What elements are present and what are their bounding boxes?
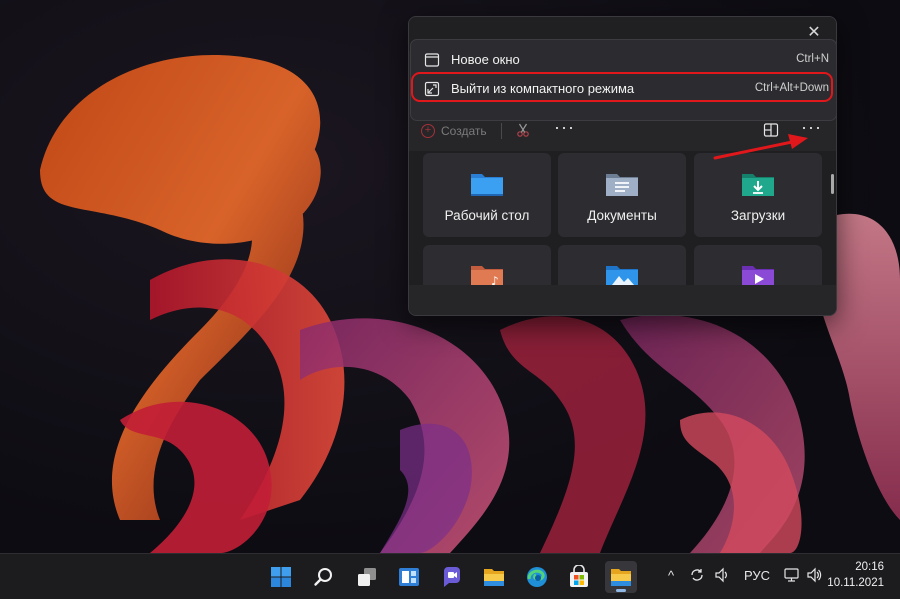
volume-icon[interactable] — [806, 567, 822, 583]
clock-date: 10.11.2021 — [827, 577, 884, 589]
music-folder-icon: ♪ — [471, 266, 503, 285]
edge-icon — [527, 567, 547, 587]
chat-button[interactable] — [436, 561, 468, 593]
tray-overflow-chevron[interactable]: ^ — [668, 568, 674, 583]
file-explorer-pinned-button[interactable] — [478, 561, 510, 593]
file-explorer-active-button[interactable] — [605, 561, 637, 593]
window-icon — [424, 53, 440, 67]
documents-folder-icon — [606, 174, 638, 196]
folder-label: Загрузки — [730, 208, 786, 223]
task-view-button[interactable] — [351, 561, 383, 593]
plus-icon: + — [421, 124, 435, 138]
folder-label: Рабочий стол — [444, 208, 530, 223]
taskbar: ^ РУС 20:16 10.11.2021 — [0, 553, 900, 599]
folder-tile-downloads[interactable]: Загрузки — [694, 153, 822, 237]
downloads-folder-icon — [742, 174, 774, 196]
speaker-icon[interactable] — [714, 567, 730, 583]
folder-tile-desktop[interactable]: Рабочий стол — [423, 153, 551, 237]
menu-item-label: Новое окно — [451, 52, 520, 67]
task-view-icon — [358, 568, 376, 586]
folder-tile-pictures[interactable] — [558, 245, 686, 285]
red-arrow-annotation — [713, 134, 808, 160]
folder-tile-music[interactable]: ♪ — [423, 245, 551, 285]
start-icon — [271, 567, 291, 587]
folder-label: Документы — [587, 208, 657, 223]
sync-icon[interactable] — [689, 567, 705, 583]
language-indicator[interactable]: РУС — [744, 568, 770, 583]
folder-grid: Рабочий стол Документы Загрузки ♪ — [409, 151, 836, 285]
status-bar — [409, 285, 836, 315]
exit-compact-icon — [424, 81, 440, 97]
vertical-scrollbar[interactable] — [831, 174, 834, 194]
widgets-icon — [399, 568, 419, 586]
store-icon — [570, 565, 588, 587]
context-menu: Новое окно Ctrl+N Выйти из компактного р… — [410, 39, 836, 121]
file-explorer-pinned-icon — [484, 569, 504, 586]
create-button-label: Создать — [441, 124, 487, 138]
scissors-icon[interactable] — [515, 122, 531, 138]
menu-item-shortcut: Ctrl+N — [796, 53, 829, 65]
menu-item-new-window[interactable]: Новое окно Ctrl+N — [415, 45, 833, 75]
file-explorer-window: ✕ Новое окно Ctrl+N Выйти из компактного… — [408, 16, 837, 316]
search-button[interactable] — [308, 561, 340, 593]
active-app-indicator — [616, 589, 626, 592]
start-button[interactable] — [265, 561, 297, 593]
desktop-folder-icon — [471, 174, 503, 196]
folder-tile-documents[interactable]: Документы — [558, 153, 686, 237]
menu-item-shortcut: Ctrl+Alt+Down — [754, 82, 829, 94]
videos-folder-icon — [742, 266, 774, 285]
clock-time: 20:16 — [855, 561, 884, 573]
microsoft-store-button[interactable] — [563, 561, 595, 593]
toolbar-divider — [501, 123, 502, 139]
clock[interactable]: 20:16 10.11.2021 — [827, 559, 884, 591]
menu-item-exit-compact-mode[interactable]: Выйти из компактного режима Ctrl+Alt+Dow… — [415, 74, 833, 104]
chat-icon — [444, 567, 460, 587]
network-icon[interactable] — [783, 567, 801, 583]
search-icon — [314, 568, 332, 586]
folder-tile-videos[interactable] — [694, 245, 822, 285]
svg-text:♪: ♪ — [491, 274, 499, 285]
widgets-button[interactable] — [393, 561, 425, 593]
file-explorer-active-icon — [611, 569, 631, 586]
pictures-folder-icon — [606, 266, 638, 285]
create-button[interactable]: + Создать — [421, 121, 487, 141]
edge-button[interactable] — [521, 561, 553, 593]
menu-item-label: Выйти из компактного режима — [451, 81, 635, 96]
